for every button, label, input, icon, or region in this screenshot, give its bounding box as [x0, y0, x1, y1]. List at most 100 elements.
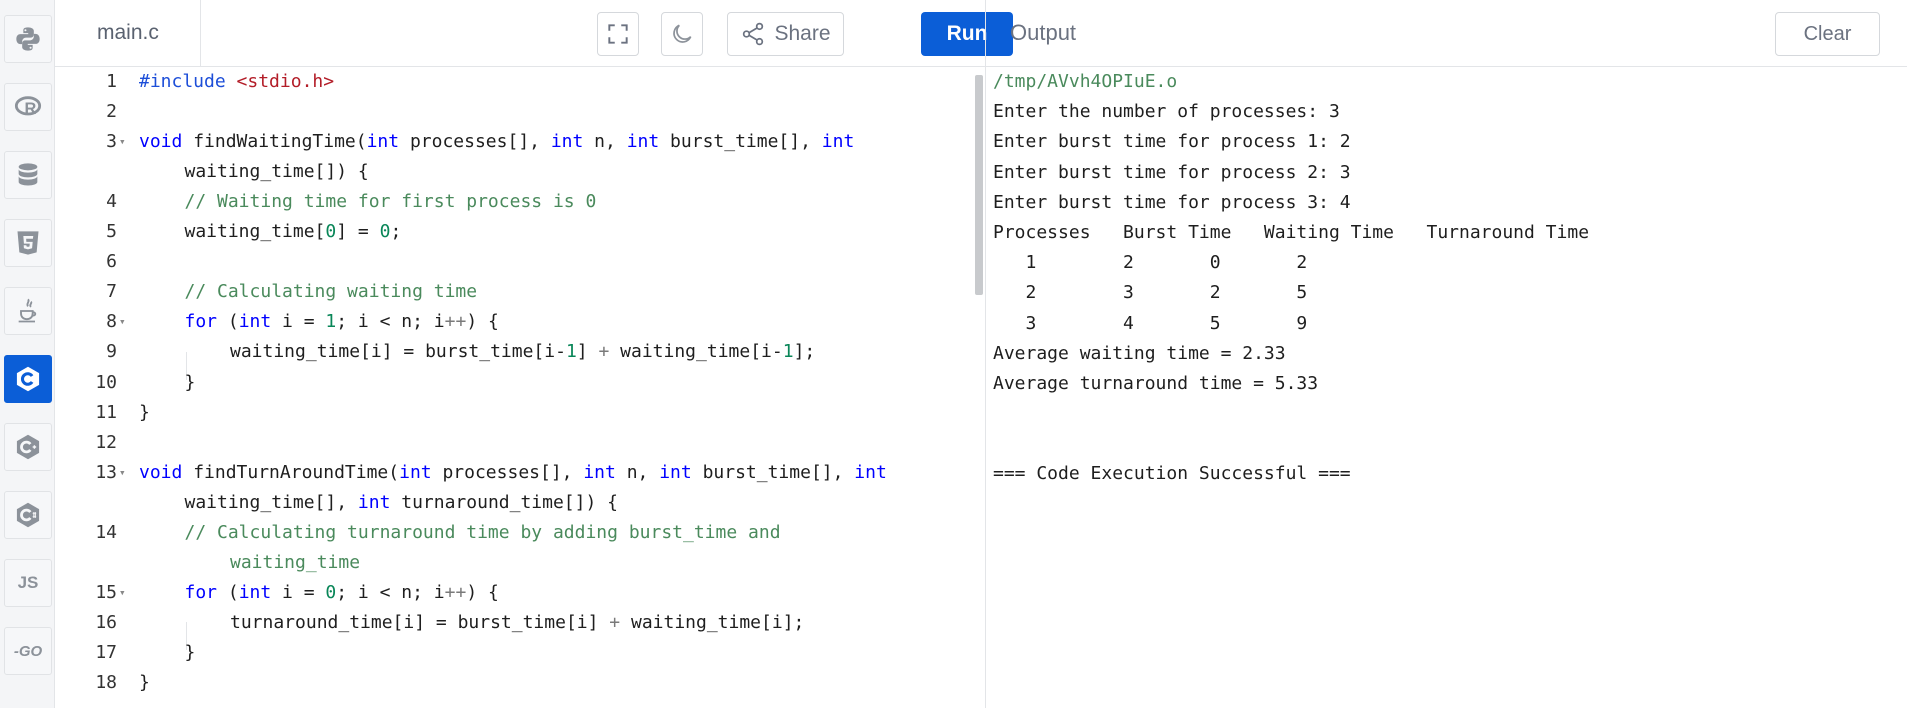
- code-text: waiting_time[], int turnaround_time[]) {: [184, 491, 618, 513]
- line-number: 3: [106, 131, 117, 153]
- line-number: 4: [106, 191, 117, 213]
- dark-mode-button[interactable]: [661, 12, 703, 56]
- csharp-icon: [14, 501, 42, 529]
- code-line: waiting_time: [55, 548, 985, 578]
- code-text: }: [139, 401, 150, 423]
- language-go[interactable]: -GO: [4, 627, 52, 675]
- panel-divider[interactable]: [985, 0, 986, 708]
- language-c[interactable]: [4, 355, 52, 403]
- language-python[interactable]: [4, 15, 52, 63]
- code-text: }: [184, 371, 196, 393]
- output-line: === Code Execution Successful ===: [993, 463, 1351, 485]
- code-text: // Calculating waiting time: [184, 281, 478, 303]
- fullscreen-icon: [608, 24, 628, 44]
- code-text: waiting_time[i] = burst_time[i-1] + wait…: [230, 341, 816, 363]
- code-text: void findWaitingTime(int processes[], in…: [139, 131, 855, 153]
- code-line: 7 // Calculating waiting time: [55, 277, 985, 307]
- code-line: 3 ▾ void findWaitingTime(int processes[], …: [55, 127, 985, 157]
- line-number: 13: [95, 461, 117, 483]
- code-text: for (int i = 1; i < n; i++) {: [184, 311, 499, 333]
- language-java[interactable]: [4, 287, 52, 335]
- code-line: 8 ▾ for (int i = 1; i < n; i++) {: [55, 307, 985, 337]
- language-html5[interactable]: [4, 219, 52, 267]
- code-line: 14 // Calculating turnaround time by addi…: [55, 518, 985, 548]
- line-number: 5: [106, 221, 117, 243]
- code-line: 11}: [55, 398, 985, 428]
- output-line: /tmp/AVvh4OPIuE.o: [993, 71, 1178, 92]
- output-line: Enter burst time for process 1: 2: [993, 131, 1351, 153]
- python-icon: [14, 25, 42, 53]
- c-icon: [14, 365, 42, 393]
- go-icon: -GO: [13, 642, 43, 660]
- fold-arrow-icon[interactable]: ▾: [119, 458, 126, 488]
- line-number: 9: [106, 341, 117, 363]
- line-number: 14: [95, 521, 117, 543]
- code-line: 2: [55, 97, 985, 127]
- toolbar: main.c Share Run Output Clear: [55, 0, 1907, 67]
- share-button[interactable]: Share: [727, 12, 844, 56]
- share-icon: [743, 22, 764, 46]
- output-line: 3 4 5 9: [993, 312, 1308, 334]
- editor-scrollbar[interactable]: [975, 75, 983, 295]
- code-line: 10}: [55, 368, 985, 398]
- language-sql[interactable]: [4, 151, 52, 199]
- code-line: 13 ▾ void findTurnAroundTime(int processes…: [55, 458, 985, 488]
- language-csharp[interactable]: [4, 491, 52, 539]
- output-line: Average waiting time = 2.33: [993, 342, 1286, 364]
- fold-arrow-icon[interactable]: ▾: [119, 307, 126, 337]
- share-label: Share: [774, 22, 831, 45]
- line-number: 11: [95, 401, 117, 423]
- line-number: 10: [95, 371, 117, 393]
- code-text: void findTurnAroundTime(int processes[],…: [139, 461, 887, 483]
- language-cpp[interactable]: [4, 423, 52, 471]
- code-line: 1 #include <stdio.h>: [55, 67, 985, 97]
- output-line: Enter the number of processes: 3: [993, 101, 1340, 123]
- fullscreen-button[interactable]: [597, 12, 639, 56]
- fold-arrow-icon[interactable]: ▾: [119, 578, 126, 608]
- line-number: 7: [106, 281, 117, 303]
- file-tab-label: main.c: [97, 21, 159, 44]
- line-number: 17: [95, 641, 117, 663]
- r-icon: R: [14, 93, 42, 121]
- language-javascript[interactable]: JS: [4, 559, 52, 607]
- line-number: 8: [106, 311, 117, 333]
- code-text: waiting_time[0] = 0;: [184, 221, 402, 243]
- line-number: 12: [95, 431, 117, 453]
- language-sidebar: R JS -GO: [0, 0, 55, 708]
- line-number: 2: [106, 101, 117, 123]
- code-editor[interactable]: 1 #include <stdio.h> 2 3 ▾ void findWaitingTi…: [55, 67, 985, 708]
- file-tab[interactable]: main.c: [55, 0, 201, 66]
- code-text: // Waiting time for first process is 0: [184, 191, 597, 213]
- code-line: 15 ▾ for (int i = 0; i < n; i++) {: [55, 578, 985, 608]
- code-text: turnaround_time[i] = burst_time[i] + wai…: [230, 611, 805, 633]
- clear-button[interactable]: Clear: [1775, 12, 1880, 56]
- code-line: 5 waiting_time[0] = 0;: [55, 217, 985, 247]
- code-text: #include <stdio.h>: [139, 71, 335, 92]
- line-number: 16: [95, 611, 117, 633]
- line-number: 15: [95, 581, 117, 603]
- code-line: 17}: [55, 638, 985, 668]
- run-button[interactable]: Run: [921, 12, 1013, 56]
- code-text: waiting_time: [230, 551, 361, 573]
- code-line: 6: [55, 247, 985, 277]
- cpp-icon: [14, 433, 42, 461]
- javascript-icon: JS: [17, 573, 39, 592]
- output-line: Average turnaround time = 5.33: [993, 372, 1319, 394]
- code-line: waiting_time[]) {: [55, 157, 985, 187]
- code-line: waiting_time[], int turnaround_time[]) {: [55, 488, 985, 518]
- language-r[interactable]: R: [4, 83, 52, 131]
- line-number: 6: [106, 251, 117, 273]
- output-line: 2 3 2 5: [993, 282, 1308, 304]
- code-line: 9 waiting_time[i] = burst_time[i-1] + wai…: [55, 337, 985, 367]
- code-line: 16 turnaround_time[i] = burst_time[i] + w…: [55, 608, 985, 638]
- fold-arrow-icon[interactable]: ▾: [119, 127, 126, 157]
- output-line: 1 2 0 2: [993, 252, 1308, 274]
- moon-icon: [673, 24, 692, 43]
- code-text: for (int i = 0; i < n; i++) {: [184, 581, 499, 603]
- output-console: /tmp/AVvh4OPIuE.o Enter the number of pro…: [993, 67, 1893, 490]
- code-text: waiting_time[]) {: [184, 161, 369, 183]
- output-line: Enter burst time for process 3: 4: [993, 191, 1351, 213]
- output-line: Enter burst time for process 2: 3: [993, 161, 1351, 183]
